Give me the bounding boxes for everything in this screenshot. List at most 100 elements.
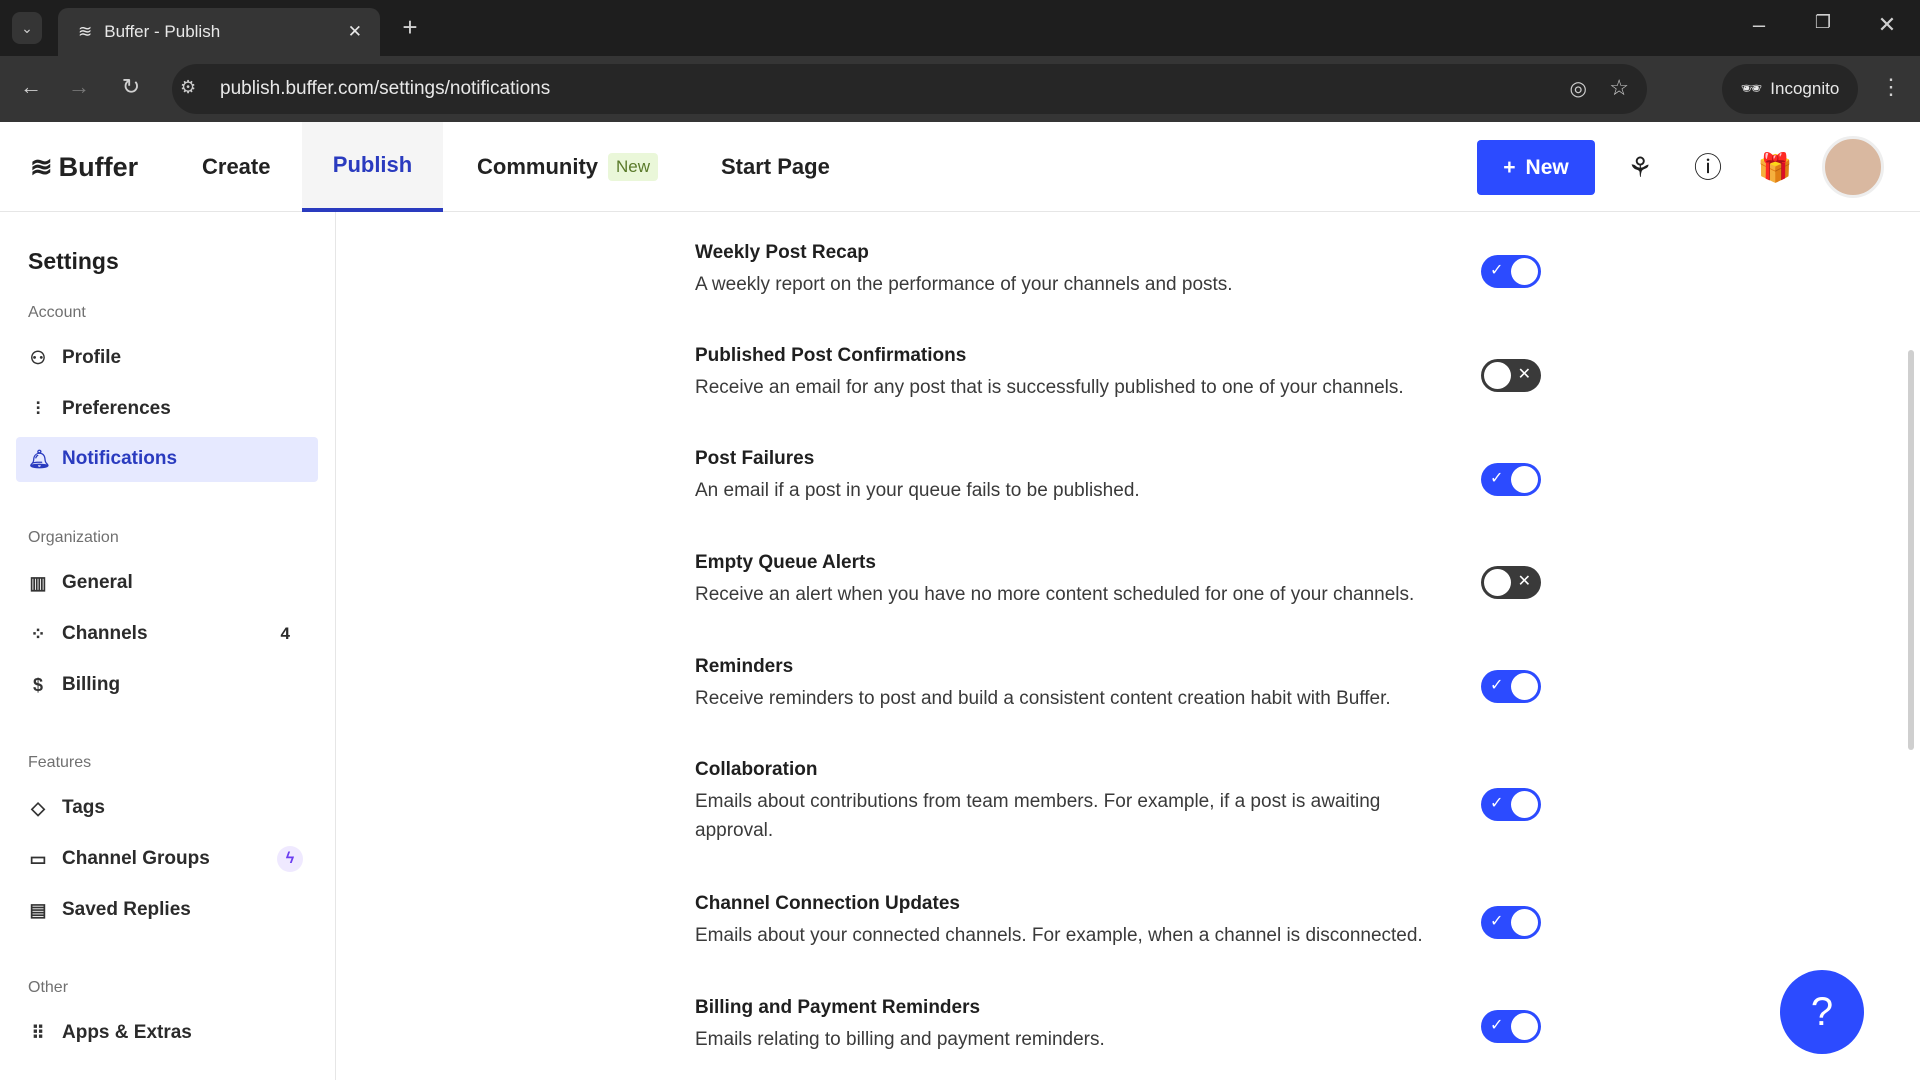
scrollbar[interactable] bbox=[1908, 350, 1914, 750]
close-tab-icon[interactable]: ✕ bbox=[348, 22, 362, 42]
sidebar-item-preferences[interactable]: ⫶ Preferences bbox=[28, 394, 171, 424]
check-icon: ✓ bbox=[1490, 1015, 1503, 1035]
incognito-indicator[interactable]: 🕶 Incognito bbox=[1722, 64, 1858, 114]
item-label: Channel Groups bbox=[62, 848, 210, 870]
check-icon: ✓ bbox=[1490, 675, 1503, 695]
address-bar[interactable]: ⚙ publish.buffer.com/settings/notificati… bbox=[172, 64, 1647, 114]
tab-search-button[interactable]: ⌄ bbox=[12, 12, 42, 44]
notification-toggle[interactable]: ✕ bbox=[1481, 359, 1541, 392]
notification-toggle[interactable]: ✕ bbox=[1481, 566, 1541, 599]
notification-toggle[interactable]: ✓ bbox=[1481, 463, 1541, 496]
buffer-favicon-icon: ≋ bbox=[78, 22, 92, 42]
notification-title: Weekly Post Recap bbox=[695, 242, 869, 264]
toggle-knob bbox=[1511, 466, 1538, 493]
sliders-icon: ⫶ bbox=[28, 399, 48, 420]
help-icon[interactable]: ⓘ bbox=[1690, 150, 1726, 186]
menu-icon[interactable]: ⋮ bbox=[1876, 74, 1906, 100]
item-label: Profile bbox=[62, 347, 121, 369]
browser-tab[interactable]: ≋ Buffer - Publish ✕ bbox=[58, 8, 380, 56]
sidebar-item-saved-replies[interactable]: ▤ Saved Replies bbox=[28, 895, 191, 925]
toggle-knob bbox=[1511, 258, 1538, 285]
incognito-label: Incognito bbox=[1770, 79, 1839, 99]
item-label: Preferences bbox=[62, 398, 171, 420]
nav-label: Create bbox=[202, 154, 270, 180]
new-post-button[interactable]: + New bbox=[1477, 140, 1595, 195]
star-icon[interactable]: ☆ bbox=[1609, 75, 1629, 101]
notification-toggle[interactable]: ✓ bbox=[1481, 788, 1541, 821]
sidebar-item-notifications[interactable]: 🔔︎ Notifications bbox=[28, 444, 177, 474]
sidebar-item-apps-extras[interactable]: ⠿ Apps & Extras bbox=[28, 1018, 192, 1048]
item-label: Notifications bbox=[62, 448, 177, 470]
nav-create[interactable]: Create bbox=[202, 122, 270, 212]
grid-icon: ⠿ bbox=[28, 1023, 48, 1044]
x-icon: ✕ bbox=[1518, 571, 1531, 591]
back-icon[interactable]: ← bbox=[16, 74, 46, 100]
notification-toggle[interactable]: ✓ bbox=[1481, 255, 1541, 288]
buffer-logo-icon: ≋ bbox=[30, 152, 53, 183]
item-label: Billing bbox=[62, 674, 120, 696]
notification-description: Emails about contributions from team mem… bbox=[695, 787, 1435, 845]
notification-toggle[interactable]: ✓ bbox=[1481, 906, 1541, 939]
logo-text: Buffer bbox=[59, 152, 139, 183]
avatar[interactable] bbox=[1822, 136, 1884, 198]
user-icon: ⚇ bbox=[28, 348, 48, 369]
check-icon: ✓ bbox=[1490, 911, 1503, 931]
minimize-button[interactable]: – bbox=[1744, 12, 1774, 38]
help-chat-button[interactable]: ? bbox=[1780, 970, 1864, 1054]
check-icon: ✓ bbox=[1490, 793, 1503, 813]
section-heading-organization: Organization bbox=[28, 529, 119, 547]
sidebar-item-billing[interactable]: $Billing bbox=[28, 670, 120, 700]
sidebar-item-general[interactable]: ▥General bbox=[28, 568, 133, 598]
sprout-icon[interactable]: ⚘ bbox=[1622, 150, 1658, 186]
buffer-logo[interactable]: ≋Buffer bbox=[30, 122, 138, 212]
toggle-knob bbox=[1511, 791, 1538, 818]
nav-label: Publish bbox=[333, 152, 412, 178]
notification-description: Receive reminders to post and build a co… bbox=[695, 684, 1435, 713]
item-label: General bbox=[62, 572, 133, 594]
nav-label: Community bbox=[477, 154, 598, 180]
section-heading-account: Account bbox=[28, 304, 86, 322]
close-window-button[interactable]: ✕ bbox=[1872, 12, 1902, 38]
notification-title: Collaboration bbox=[695, 759, 817, 781]
new-tab-button[interactable]: + bbox=[395, 12, 425, 43]
restore-button[interactable]: ❐ bbox=[1808, 12, 1838, 33]
forward-icon[interactable]: → bbox=[64, 74, 94, 100]
notification-description: A weekly report on the performance of yo… bbox=[695, 270, 1435, 299]
notification-toggle[interactable]: ✓ bbox=[1481, 670, 1541, 703]
item-label: Apps & Extras bbox=[62, 1022, 192, 1044]
sidebar-title: Settings bbox=[28, 248, 119, 275]
clipboard-icon: ▤ bbox=[28, 900, 48, 921]
x-icon: ✕ bbox=[1518, 364, 1531, 384]
eye-off-icon[interactable]: ◎ bbox=[1570, 76, 1587, 101]
tab-title: Buffer - Publish bbox=[104, 22, 220, 42]
new-label: New bbox=[1526, 156, 1569, 180]
sidebar-item-channel-groups[interactable]: ▭ Channel Groups ϟ bbox=[28, 844, 303, 874]
settings-sidebar: Settings Account ⚇ Profile ⫶ Preferences 🔔… bbox=[0, 212, 336, 1080]
nav-publish[interactable]: Publish bbox=[302, 122, 443, 212]
plus-icon: + bbox=[1503, 156, 1515, 180]
nav-start-page[interactable]: Start Page bbox=[721, 122, 830, 212]
folder-icon: ▭ bbox=[28, 849, 48, 870]
gift-icon[interactable]: 🎁 bbox=[1757, 150, 1793, 186]
notification-toggle[interactable]: ✓ bbox=[1481, 1010, 1541, 1043]
sidebar-item-profile[interactable]: ⚇ Profile bbox=[28, 343, 121, 373]
item-label: Saved Replies bbox=[62, 899, 191, 921]
toggle-knob bbox=[1511, 1013, 1538, 1040]
notification-description: Receive an email for any post that is su… bbox=[695, 373, 1435, 402]
bolt-icon: ϟ bbox=[277, 846, 303, 872]
nav-community[interactable]: Community New bbox=[477, 122, 658, 212]
sidebar-item-tags[interactable]: ◇Tags bbox=[28, 793, 105, 823]
reload-icon[interactable]: ↻ bbox=[116, 74, 146, 100]
channels-count: 4 bbox=[281, 624, 290, 644]
incognito-icon: 🕶 bbox=[1741, 79, 1763, 99]
site-info-icon[interactable]: ⚙ bbox=[180, 77, 196, 98]
check-icon: ✓ bbox=[1490, 468, 1503, 488]
browser-tab-strip: ⌄ ≋ Buffer - Publish ✕ + – ❐ ✕ bbox=[0, 0, 1920, 56]
new-badge: New bbox=[608, 153, 658, 181]
notification-title: Reminders bbox=[695, 656, 793, 678]
section-heading-features: Features bbox=[28, 754, 91, 772]
sidebar-item-channels[interactable]: ⁘Channels4 bbox=[28, 619, 290, 649]
tag-icon: ◇ bbox=[28, 798, 48, 819]
bell-icon: 🔔︎ bbox=[28, 449, 48, 470]
url-text[interactable]: publish.buffer.com/settings/notification… bbox=[220, 78, 550, 100]
